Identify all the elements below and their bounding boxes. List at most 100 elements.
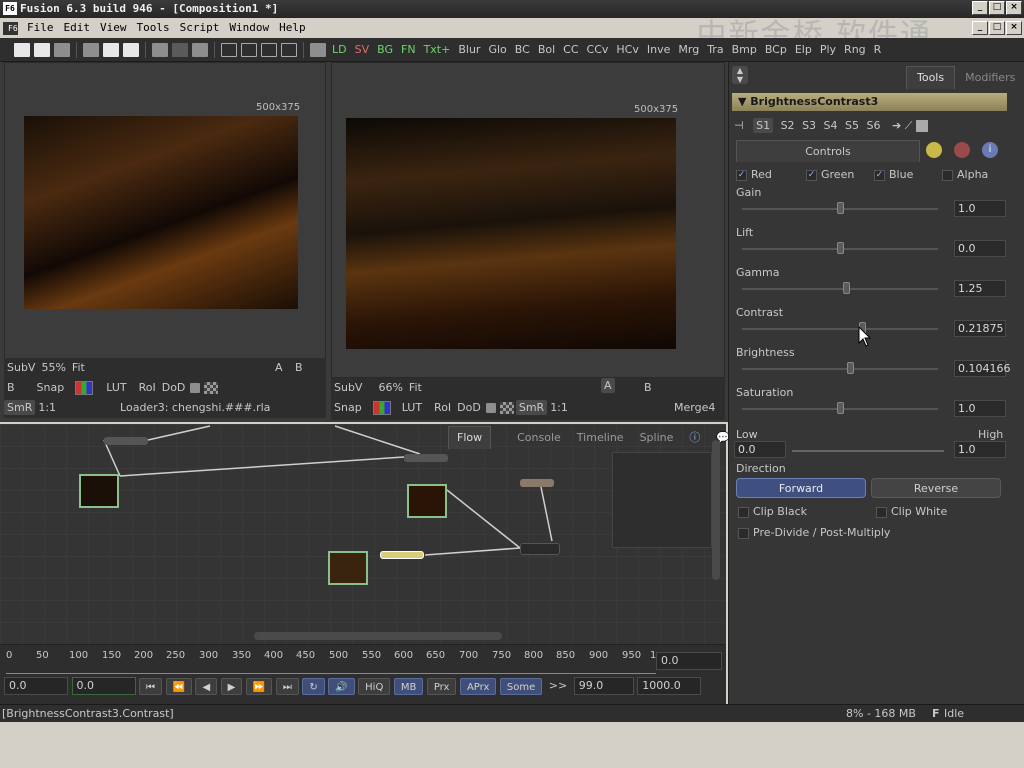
panel-arrows-icon[interactable]: ▲ ▼ [732, 66, 748, 84]
hiq-button[interactable]: HiQ [358, 677, 391, 695]
right-channel-icon[interactable] [372, 401, 391, 415]
tool-invert[interactable]: Inve [643, 38, 675, 61]
loop-icon[interactable]: ↻ [302, 677, 325, 695]
flow-navigator[interactable] [612, 452, 712, 548]
right-fit-button[interactable]: Fit [406, 378, 425, 398]
undo-icon[interactable] [152, 43, 168, 57]
flow-node-bar[interactable] [104, 437, 148, 445]
left-channel-icon[interactable] [75, 381, 94, 395]
save-icon[interactable] [915, 120, 928, 132]
script-s4[interactable]: S4 [824, 119, 838, 132]
slider-knob-lift[interactable] [837, 242, 844, 254]
tool-polygon[interactable]: Ply [816, 38, 840, 61]
slider-knob-gamma[interactable] [842, 282, 850, 294]
tool-color-correct[interactable]: CC [559, 38, 582, 61]
slider-value-gamma[interactable]: 1.25 [954, 280, 1006, 297]
layout-split-icon[interactable] [261, 43, 277, 57]
left-viewer-image[interactable] [24, 116, 298, 309]
checkbox-clip-white[interactable] [876, 506, 887, 518]
channel-blue[interactable]: ✓ Blue [874, 168, 913, 181]
doc-maximize-button[interactable]: □ [989, 21, 1005, 35]
flow-vscrollbar[interactable] [712, 440, 720, 580]
copy-icon[interactable] [103, 43, 119, 57]
right-zoom-dropdown[interactable]: 66% [375, 378, 405, 398]
slider-track-brightness[interactable] [742, 368, 938, 370]
reverse-button[interactable]: Reverse [871, 478, 1001, 498]
tool-bspline[interactable]: BCp [761, 38, 791, 61]
time-ruler[interactable]: 0 50 100 150 200 250 300 350 400 450 500… [6, 650, 656, 674]
menu-script[interactable]: Script [175, 18, 225, 38]
controls-tab[interactable]: Controls [736, 140, 920, 162]
new-file-icon[interactable] [14, 43, 30, 57]
play-icon[interactable]: ▶ [220, 677, 243, 695]
checkbox-blue[interactable]: ✓ [874, 169, 885, 181]
right-viewer-image[interactable] [346, 118, 676, 349]
fast-forward-icon[interactable]: ⏩ [245, 677, 273, 695]
left-dod-button[interactable]: DoD [159, 378, 189, 398]
checkbox-red[interactable]: ✓ [736, 169, 747, 181]
left-subview-toggle[interactable]: SubV [4, 358, 38, 378]
gear-icon[interactable] [954, 142, 970, 158]
menu-view[interactable]: View [95, 18, 132, 38]
tool-saver[interactable]: SV [351, 38, 374, 61]
slider-value-gain[interactable]: 1.0 [954, 200, 1006, 217]
checkbox-green[interactable]: ✓ [806, 169, 817, 181]
channel-green[interactable]: ✓ Green [806, 168, 854, 181]
tab-modifiers[interactable]: Modifiers [955, 67, 1024, 89]
left-fit-button[interactable]: Fit [69, 358, 88, 378]
mb-button[interactable]: MB [393, 677, 424, 695]
slider-knob-brightness[interactable] [846, 362, 854, 374]
left-lock-icon[interactable] [190, 383, 201, 393]
tool-bitmap[interactable]: Bmp [728, 38, 761, 61]
left-a-button[interactable]: A [272, 358, 286, 378]
flow-node-bar[interactable] [520, 479, 554, 487]
left-roi-button[interactable]: RoI [136, 378, 159, 398]
paste-icon[interactable] [123, 43, 139, 57]
tool-bol[interactable]: Bol [534, 38, 559, 61]
low-value-field[interactable]: 0.0 [734, 441, 786, 458]
brightness-contrast-node[interactable] [380, 551, 424, 559]
left-snap-button[interactable]: Snap [34, 378, 68, 398]
collapse-icon[interactable]: ▼ [738, 95, 750, 108]
checkbox-alpha[interactable] [942, 169, 953, 181]
render-start-field[interactable]: 0.0 [71, 677, 136, 695]
left-lut-button[interactable]: LUT [103, 378, 129, 398]
cut-icon[interactable] [83, 43, 99, 57]
tool-text-plus[interactable]: Txt+ [420, 38, 455, 61]
tool-color-curves[interactable]: CCv [583, 38, 613, 61]
right-snap-button[interactable]: Snap [331, 398, 365, 418]
tool-ellipse[interactable]: Elp [791, 38, 816, 61]
channel-red[interactable]: ✓ Red [736, 168, 772, 181]
slider-track-contrast[interactable] [742, 328, 938, 330]
layout-single-icon[interactable] [221, 43, 237, 57]
right-dod-button[interactable]: DoD [454, 398, 484, 418]
tool-hue-curves[interactable]: HCv [612, 38, 642, 61]
tool-ranges[interactable]: Rng [840, 38, 870, 61]
loader-node-thumbnail[interactable] [328, 551, 368, 585]
right-lut-button[interactable]: LUT [399, 398, 425, 418]
global-end-field[interactable]: 1000.0 [637, 677, 702, 695]
tool-fastnoise[interactable]: FN [397, 38, 420, 61]
script-s5[interactable]: S5 [845, 119, 859, 132]
menu-file[interactable]: File [22, 18, 59, 38]
tool-background[interactable]: BG [373, 38, 397, 61]
tool-glow[interactable]: Glo [484, 38, 510, 61]
right-roi-button[interactable]: RoI [431, 398, 454, 418]
some-button[interactable]: Some [499, 677, 543, 695]
menu-window[interactable]: Window [224, 18, 274, 38]
checkbox-predivide[interactable] [738, 527, 749, 539]
high-value-field[interactable]: 1.0 [954, 441, 1006, 458]
redo-icon[interactable] [172, 43, 188, 57]
open-file-icon[interactable] [34, 43, 50, 57]
flow-node-bar[interactable] [404, 454, 448, 462]
radioactive-icon[interactable] [926, 142, 942, 158]
left-b-view-button[interactable]: B [4, 378, 18, 398]
clip-black-option[interactable]: Clip Black [738, 505, 807, 518]
save-file-icon[interactable] [54, 43, 70, 57]
loader-node-thumbnail[interactable] [79, 474, 119, 508]
right-lock-icon[interactable] [485, 403, 496, 413]
slider-value-lift[interactable]: 0.0 [954, 240, 1006, 257]
layout-quad-icon[interactable] [281, 43, 297, 57]
pick-icon[interactable]: ⟋ [905, 119, 913, 132]
left-smr-toggle[interactable]: SmR [4, 400, 36, 415]
